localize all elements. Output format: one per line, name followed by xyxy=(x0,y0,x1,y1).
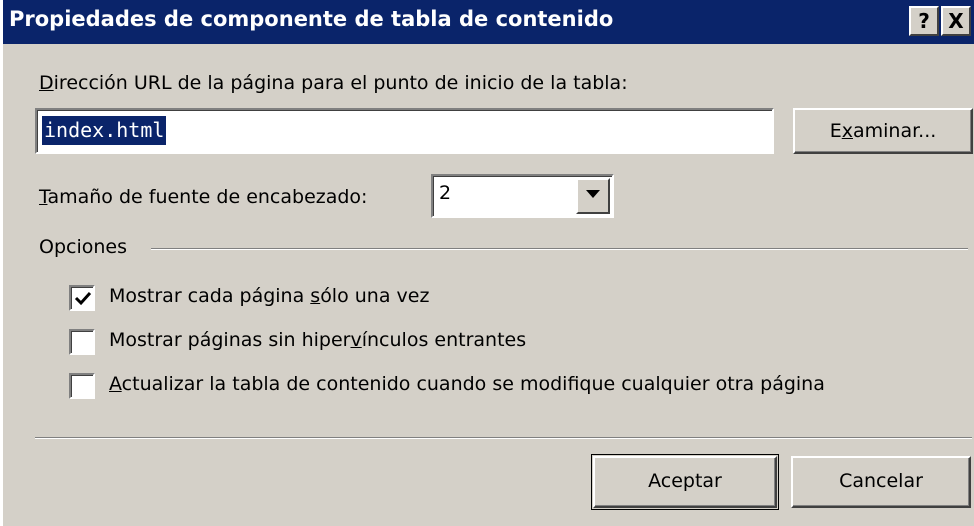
url-input[interactable]: index.html xyxy=(35,108,774,154)
browse-label-accel: x xyxy=(841,120,853,142)
url-label-text: irección URL de la página para el punto … xyxy=(53,72,628,94)
question-mark-icon: ? xyxy=(918,9,930,33)
title-bar[interactable]: Propiedades de componente de tabla de co… xyxy=(3,0,974,44)
options-group-divider xyxy=(151,248,968,250)
checkbox-show-pages-without-links[interactable] xyxy=(69,329,95,355)
close-button[interactable]: X xyxy=(941,6,971,36)
browse-button[interactable]: Examinar... xyxy=(793,108,973,154)
option-label-post: ólo una vez xyxy=(320,285,430,307)
browse-label-prefix: E xyxy=(829,120,842,142)
browse-label-rest: aminar... xyxy=(852,120,937,142)
font-size-dropdown-button[interactable] xyxy=(576,178,610,214)
footer-divider xyxy=(35,437,972,439)
font-size-value: 2 xyxy=(439,182,452,204)
option-label-accel: A xyxy=(109,373,122,395)
checkbox-update-toc[interactable] xyxy=(69,373,95,399)
font-size-select[interactable]: 2 xyxy=(431,174,614,218)
font-size-label: Tamaño de fuente de encabezado: xyxy=(39,186,367,208)
option-label-post: ctualizar la tabla de contenido cuando s… xyxy=(121,373,825,395)
url-label: Dirección URL de la página para el punto… xyxy=(39,72,628,94)
ok-button[interactable]: Aceptar xyxy=(593,456,777,508)
options-group-label: Opciones xyxy=(39,236,127,258)
option-label: Actualizar la tabla de contenido cuando … xyxy=(109,373,825,395)
font-size-label-text: amaño de fuente de encabezado: xyxy=(47,186,368,208)
option-label-accel: s xyxy=(310,285,321,307)
option-label-accel: v xyxy=(350,329,362,351)
option-label-post: ínculos entrantes xyxy=(361,329,527,351)
option-label-pre: Mostrar cada página xyxy=(109,285,311,307)
option-label: Mostrar cada página sólo una vez xyxy=(109,285,429,307)
checkmark-icon xyxy=(74,291,92,306)
help-button[interactable]: ? xyxy=(909,6,939,36)
triangle-down-icon xyxy=(586,190,600,198)
url-input-value: index.html xyxy=(42,116,167,145)
option-label: Mostrar páginas sin hipervínculos entran… xyxy=(109,329,526,351)
close-icon: X xyxy=(948,9,964,33)
window-title: Propiedades de componente de tabla de co… xyxy=(9,7,614,31)
option-label-pre: Mostrar páginas sin hiper xyxy=(109,329,351,351)
properties-dialog: Propiedades de componente de tabla de co… xyxy=(0,0,974,526)
checkbox-show-each-page-once[interactable] xyxy=(69,285,95,311)
url-label-accel: D xyxy=(39,72,54,94)
cancel-button[interactable]: Cancelar xyxy=(791,456,971,508)
